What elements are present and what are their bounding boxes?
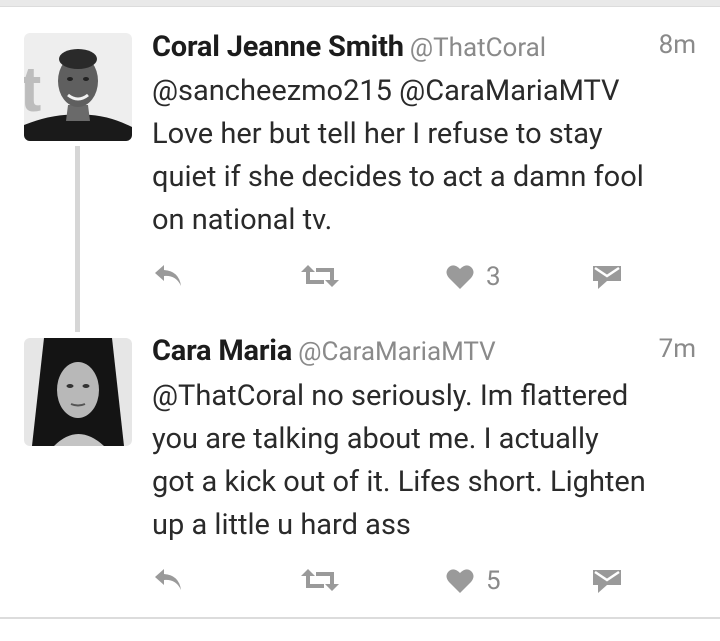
avatar[interactable]: t xyxy=(24,33,132,141)
like-count: 5 xyxy=(486,566,501,596)
like-count: 3 xyxy=(486,262,501,292)
top-divider xyxy=(0,0,720,7)
tweet-header: Coral Jeanne Smith @ThatCoral 8m xyxy=(152,30,696,70)
retweet-button[interactable] xyxy=(300,566,340,594)
like-button[interactable]: 5 xyxy=(446,566,501,596)
heart-icon xyxy=(446,265,474,289)
reply-button[interactable] xyxy=(152,566,184,594)
retweet-icon xyxy=(301,569,339,591)
author-name[interactable]: Cara Maria xyxy=(152,334,292,368)
profile-photo-icon: t xyxy=(24,33,132,141)
heart-icon xyxy=(446,569,474,593)
svg-text:t: t xyxy=(24,53,41,125)
timestamp: 7m xyxy=(658,334,696,364)
tweet-actions: 5 xyxy=(0,562,720,602)
avatar[interactable] xyxy=(24,338,132,446)
retweet-button[interactable] xyxy=(300,262,340,290)
tweet-text: @sancheezmo215 @CaraMariaMTV Love her bu… xyxy=(152,74,644,237)
direct-message-button[interactable] xyxy=(592,262,622,292)
direct-message-icon xyxy=(593,266,621,289)
reply-button[interactable] xyxy=(152,262,184,290)
bottom-divider xyxy=(0,617,720,619)
author-handle[interactable]: @ThatCoral xyxy=(410,33,546,63)
author-handle[interactable]: @CaraMariaMTV xyxy=(298,337,496,367)
retweet-icon xyxy=(301,265,339,287)
direct-message-button[interactable] xyxy=(592,566,622,596)
reply-icon xyxy=(155,569,181,590)
direct-message-icon xyxy=(593,570,621,593)
conversation-thread-line xyxy=(75,146,80,332)
profile-photo-icon xyxy=(24,338,132,446)
tweet-actions: 3 xyxy=(0,258,720,298)
tweet-text: @ThatCoral no seriously. Im flattered yo… xyxy=(152,379,646,542)
timestamp: 8m xyxy=(658,30,696,60)
like-button[interactable]: 3 xyxy=(446,262,501,292)
reply-icon xyxy=(155,265,181,286)
tweet-header: Cara Maria @CaraMariaMTV 7m xyxy=(152,334,696,374)
author-name[interactable]: Coral Jeanne Smith xyxy=(152,30,404,64)
